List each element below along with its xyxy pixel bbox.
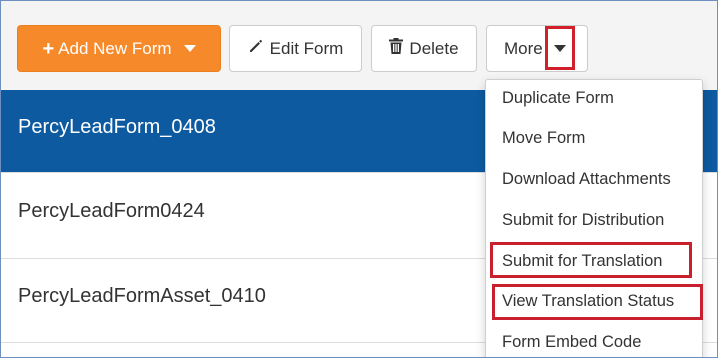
caret-down-icon: [554, 44, 566, 52]
delete-label: Delete: [409, 38, 459, 58]
form-name: PercyLeadForm_0408: [18, 115, 216, 138]
forms-panel: + Add New Form Edit Form Delete More Per…: [0, 0, 718, 358]
delete-button[interactable]: Delete: [371, 25, 477, 72]
edit-form-button[interactable]: Edit Form: [229, 25, 362, 72]
more-label: More: [504, 38, 543, 58]
menu-item-download-attachments[interactable]: Download Attachments: [486, 161, 702, 197]
menu-item-view-translation-status[interactable]: View Translation Status: [486, 283, 702, 319]
form-name: PercyLeadFormAsset_0410: [18, 285, 266, 307]
edit-form-label: Edit Form: [269, 38, 344, 58]
toolbar: + Add New Form Edit Form Delete More: [1, 1, 717, 91]
more-button[interactable]: More: [486, 25, 588, 72]
trash-icon: [389, 38, 404, 59]
form-name: PercyLeadForm0424: [18, 200, 205, 222]
more-dropdown-menu: Duplicate Form Move Form Download Attach…: [485, 79, 703, 357]
pencil-icon: [248, 38, 264, 59]
more-dropdown-toggle[interactable]: [545, 26, 575, 70]
menu-item-move-form[interactable]: Move Form: [486, 120, 702, 156]
menu-item-duplicate-form[interactable]: Duplicate Form: [486, 80, 702, 116]
plus-icon: +: [42, 37, 55, 60]
add-new-form-button[interactable]: + Add New Form: [17, 25, 221, 72]
menu-item-submit-for-translation[interactable]: Submit for Translation: [486, 243, 702, 279]
caret-down-icon: [183, 45, 196, 52]
menu-item-form-embed-code[interactable]: Form Embed Code: [486, 324, 702, 357]
menu-item-submit-for-distribution[interactable]: Submit for Distribution: [486, 202, 702, 238]
add-new-form-label: Add New Form: [58, 38, 172, 58]
